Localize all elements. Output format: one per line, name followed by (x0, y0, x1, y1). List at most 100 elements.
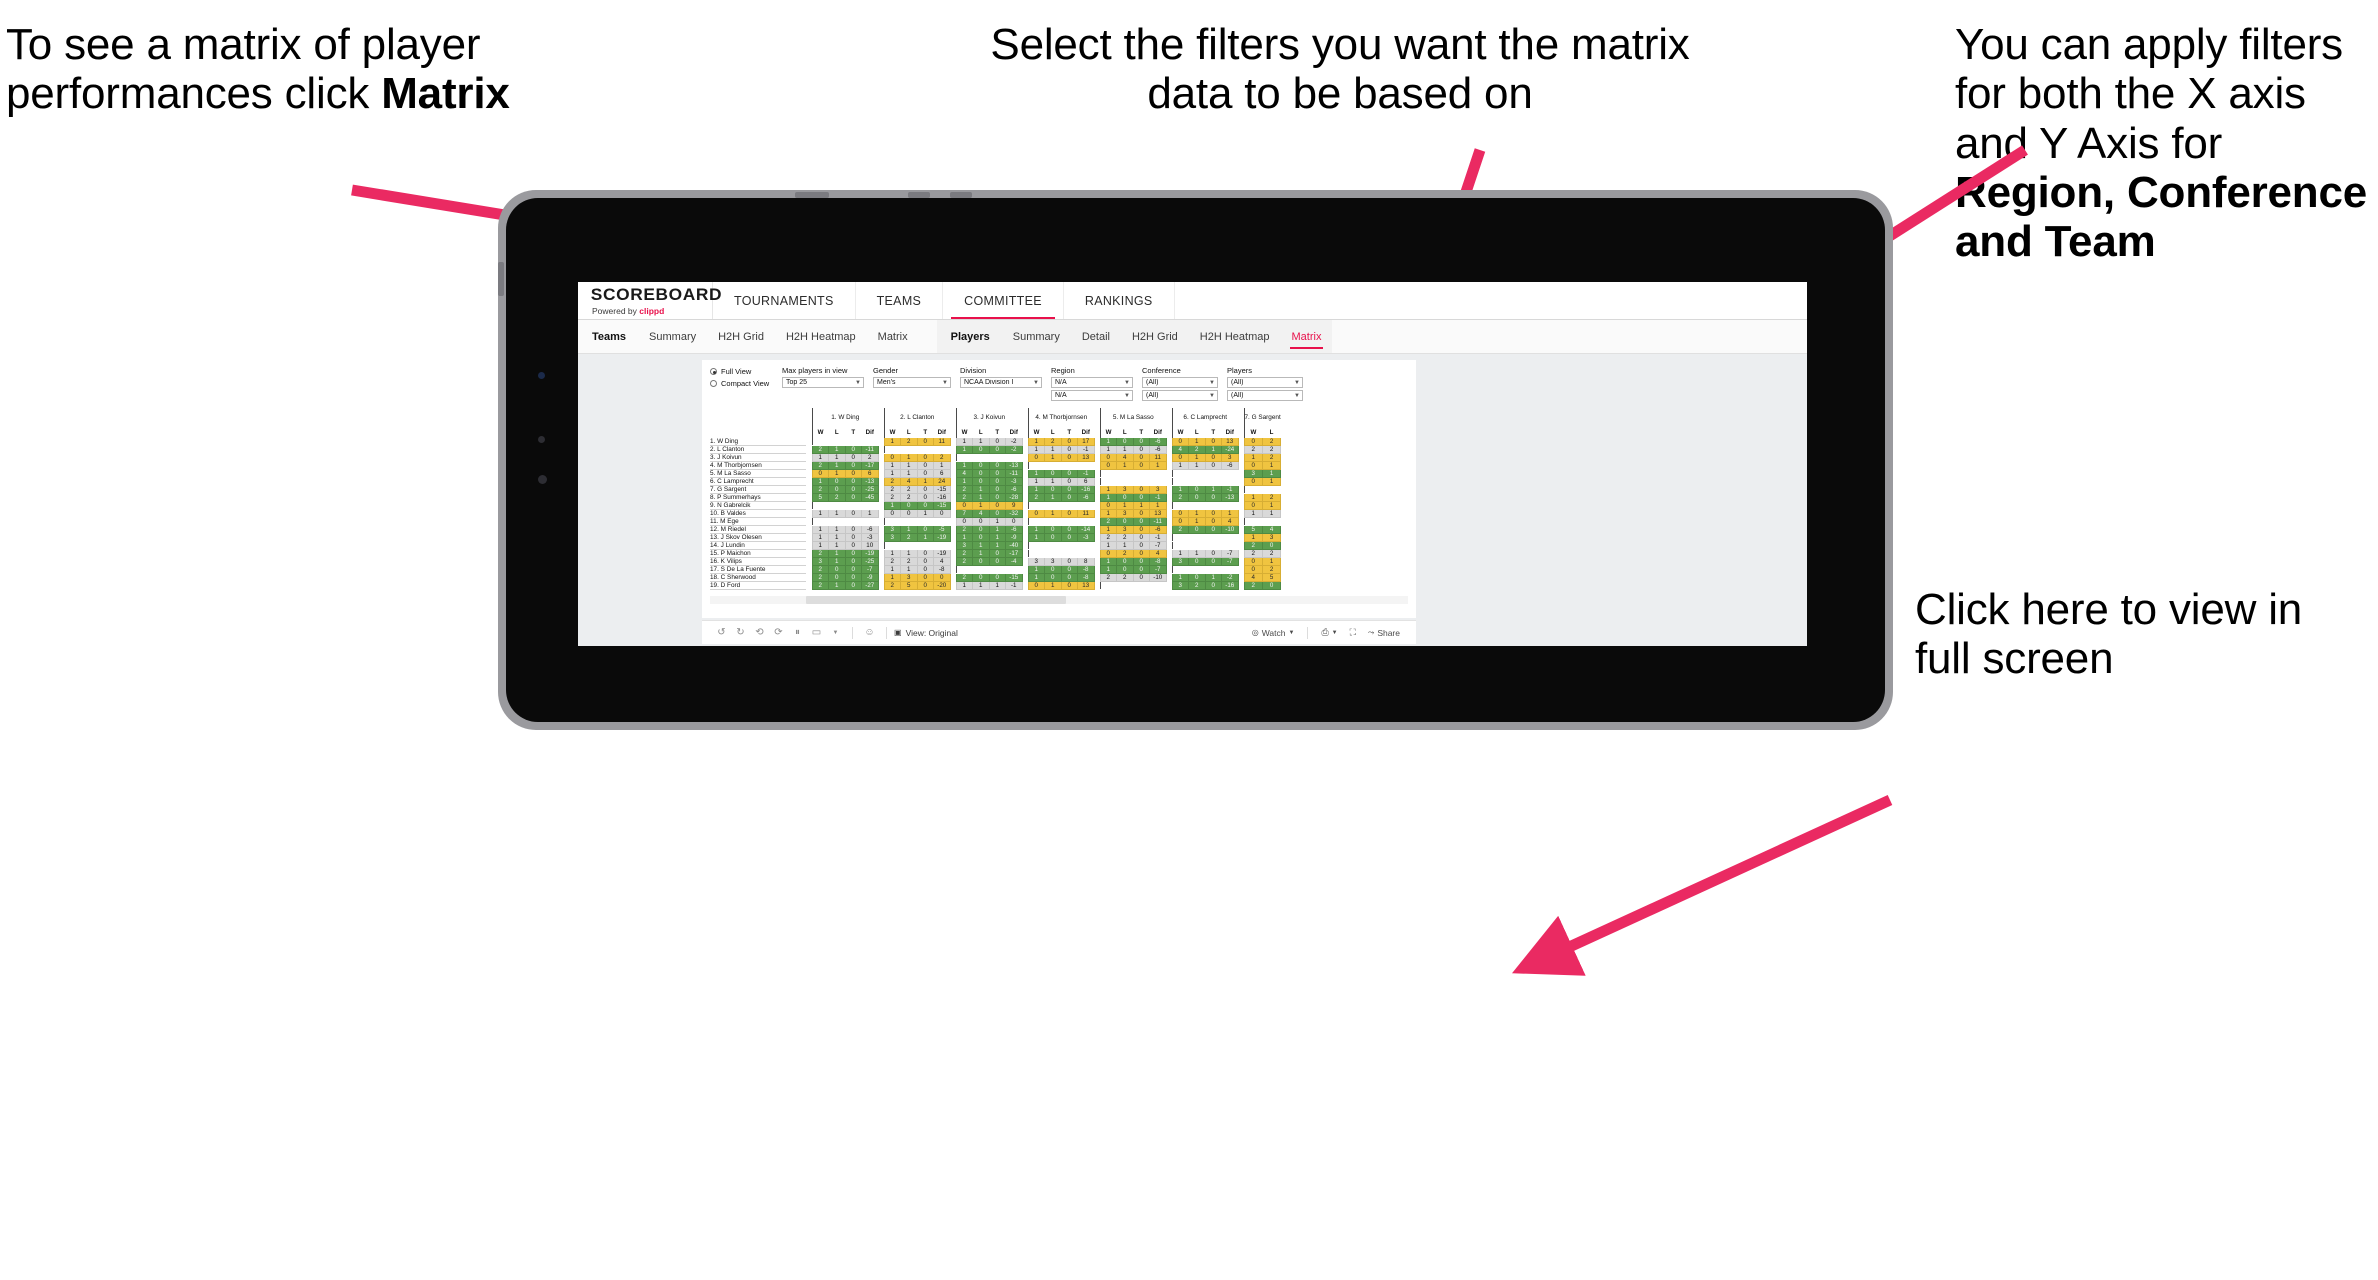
matrix-data-cell[interactable] (933, 541, 951, 551)
horizontal-scrollbar[interactable] (710, 596, 1408, 604)
matrix-data-cell[interactable]: 0 (1133, 525, 1150, 535)
matrix-data-cell[interactable] (1044, 549, 1062, 559)
matrix-data-cell[interactable]: 0 (1099, 453, 1117, 463)
tab-teams-h2h-heatmap[interactable]: H2H Heatmap (775, 320, 867, 353)
scrollbar-thumb[interactable] (806, 596, 1066, 604)
matrix-data-cell[interactable]: -6 (861, 525, 879, 535)
matrix-data-cell[interactable]: -17 (1005, 549, 1023, 559)
matrix-data-cell[interactable]: 0 (989, 438, 1006, 447)
matrix-data-cell[interactable]: -15 (933, 501, 951, 511)
matrix-data-cell[interactable]: -1 (1149, 533, 1167, 543)
matrix-row-label[interactable]: 14. J Lundin (710, 541, 806, 551)
matrix-data-cell[interactable]: -11 (1149, 517, 1167, 527)
matrix-data-cell[interactable]: 0 (1188, 573, 1206, 583)
matrix-data-cell[interactable] (1099, 477, 1117, 487)
matrix-data-cell[interactable]: 1 (955, 445, 973, 455)
matrix-data-cell[interactable] (1205, 565, 1222, 575)
matrix-data-cell[interactable]: 3 (1027, 557, 1045, 567)
matrix-data-cell[interactable]: -3 (1077, 533, 1095, 543)
matrix-data-cell[interactable]: 0 (1205, 453, 1222, 463)
matrix-row-label[interactable]: 15. P Maichon (710, 549, 806, 559)
topnav-committee[interactable]: COMMITTEE (943, 282, 1064, 319)
matrix-column-header[interactable]: 2. L Clanton (883, 408, 950, 426)
matrix-data-cell[interactable]: 1 (955, 461, 973, 471)
matrix-data-cell[interactable]: -27 (861, 581, 879, 590)
matrix-data-cell[interactable]: 2 (955, 493, 973, 503)
matrix-data-cell[interactable]: -19 (933, 549, 951, 559)
matrix-data-cell[interactable]: 1 (828, 541, 846, 551)
matrix-data-cell[interactable]: 0 (845, 485, 862, 495)
matrix-data-cell[interactable]: 1 (900, 453, 918, 463)
matrix-data-cell[interactable]: 2 (1243, 549, 1263, 559)
matrix-data-cell[interactable]: 0 (1205, 581, 1222, 590)
matrix-data-cell[interactable]: 3 (955, 541, 973, 551)
matrix-data-cell[interactable] (972, 453, 990, 463)
matrix-data-cell[interactable]: 0 (917, 581, 934, 590)
matrix-data-cell[interactable] (1262, 485, 1282, 495)
matrix-data-cell[interactable]: 1 (972, 438, 990, 447)
matrix-data-cell[interactable]: 0 (1171, 517, 1189, 527)
matrix-data-cell[interactable] (1061, 461, 1078, 471)
matrix-data-cell[interactable]: 0 (1061, 525, 1078, 535)
matrix-data-cell[interactable]: 1 (972, 581, 990, 590)
matrix-data-cell[interactable]: 2 (1116, 573, 1134, 583)
matrix-data-cell[interactable]: 1 (900, 469, 918, 479)
matrix-data-cell[interactable]: -3 (861, 533, 879, 543)
matrix-data-cell[interactable]: 6 (933, 469, 951, 479)
matrix-data-cell[interactable] (900, 517, 918, 527)
matrix-data-cell[interactable]: 0 (1243, 477, 1263, 487)
view-original-button[interactable]: ▣ View: Original (894, 628, 958, 638)
matrix-data-cell[interactable]: 1 (1149, 501, 1167, 511)
matrix-data-cell[interactable]: 0 (917, 549, 934, 559)
matrix-data-cell[interactable]: 1 (1027, 533, 1045, 543)
matrix-data-cell[interactable]: 0 (900, 509, 918, 519)
matrix-data-cell[interactable]: -13 (861, 477, 879, 487)
revert-icon[interactable]: ⟲ (750, 627, 769, 638)
matrix-data-cell[interactable]: 0 (1188, 493, 1206, 503)
matrix-data-cell[interactable]: 13 (1077, 581, 1095, 590)
matrix-data-cell[interactable]: 1 (1099, 557, 1117, 567)
matrix-data-cell[interactable]: 4 (1171, 445, 1189, 455)
matrix-data-cell[interactable]: 1 (883, 438, 901, 447)
matrix-data-cell[interactable]: 0 (845, 533, 862, 543)
matrix-row-label[interactable]: 6. C Lamprecht (710, 477, 806, 487)
matrix-data-cell[interactable] (1044, 501, 1062, 511)
matrix-data-cell[interactable]: 0 (1243, 565, 1263, 575)
matrix-data-cell[interactable]: 0 (917, 573, 934, 583)
matrix-data-cell[interactable]: 1 (955, 477, 973, 487)
matrix-data-cell[interactable]: 0 (900, 501, 918, 511)
matrix-data-cell[interactable]: 0 (1205, 557, 1222, 567)
matrix-data-cell[interactable]: 0 (1116, 565, 1134, 575)
matrix-data-cell[interactable]: 1 (972, 541, 990, 551)
matrix-data-cell[interactable]: 0 (972, 477, 990, 487)
matrix-data-cell[interactable]: -19 (861, 549, 879, 559)
matrix-data-cell[interactable] (1221, 501, 1239, 511)
brand-logo[interactable]: SCOREBOARD Powered by clippd (578, 282, 722, 319)
matrix-data-cell[interactable]: 1 (1027, 438, 1045, 447)
matrix-data-cell[interactable]: 1 (1243, 533, 1263, 543)
matrix-row-label[interactable]: 19. D Ford (710, 581, 806, 590)
matrix-data-cell[interactable] (1044, 461, 1062, 471)
matrix-data-cell[interactable]: 1 (883, 573, 901, 583)
filter-conference-x-select[interactable]: (All) ▼ (1142, 377, 1218, 388)
matrix-data-cell[interactable]: 1 (1171, 461, 1189, 471)
matrix-row-label[interactable]: 13. J Skov Olesen (710, 533, 806, 543)
matrix-data-cell[interactable]: 0 (1061, 469, 1078, 479)
matrix-data-cell[interactable]: 2 (883, 493, 901, 503)
matrix-data-cell[interactable]: -4 (1005, 557, 1023, 567)
matrix-data-cell[interactable]: 0 (917, 501, 934, 511)
matrix-data-cell[interactable]: 6 (861, 469, 879, 479)
matrix-data-cell[interactable]: 2 (1243, 581, 1263, 590)
matrix-data-cell[interactable]: -1 (1149, 493, 1167, 503)
matrix-data-cell[interactable] (1262, 517, 1282, 527)
matrix-data-cell[interactable]: 1 (828, 549, 846, 559)
topnav-tournaments[interactable]: TOURNAMENTS (713, 282, 856, 319)
matrix-data-cell[interactable]: 6 (1077, 477, 1095, 487)
matrix-data-cell[interactable]: 1 (1188, 549, 1206, 559)
matrix-data-cell[interactable] (1099, 581, 1117, 590)
matrix-data-cell[interactable]: -2 (1005, 445, 1023, 455)
matrix-data-cell[interactable]: 11 (1149, 453, 1167, 463)
matrix-data-cell[interactable]: -7 (861, 565, 879, 575)
matrix-data-cell[interactable]: 11 (933, 438, 951, 447)
topnav-teams[interactable]: TEAMS (856, 282, 944, 319)
